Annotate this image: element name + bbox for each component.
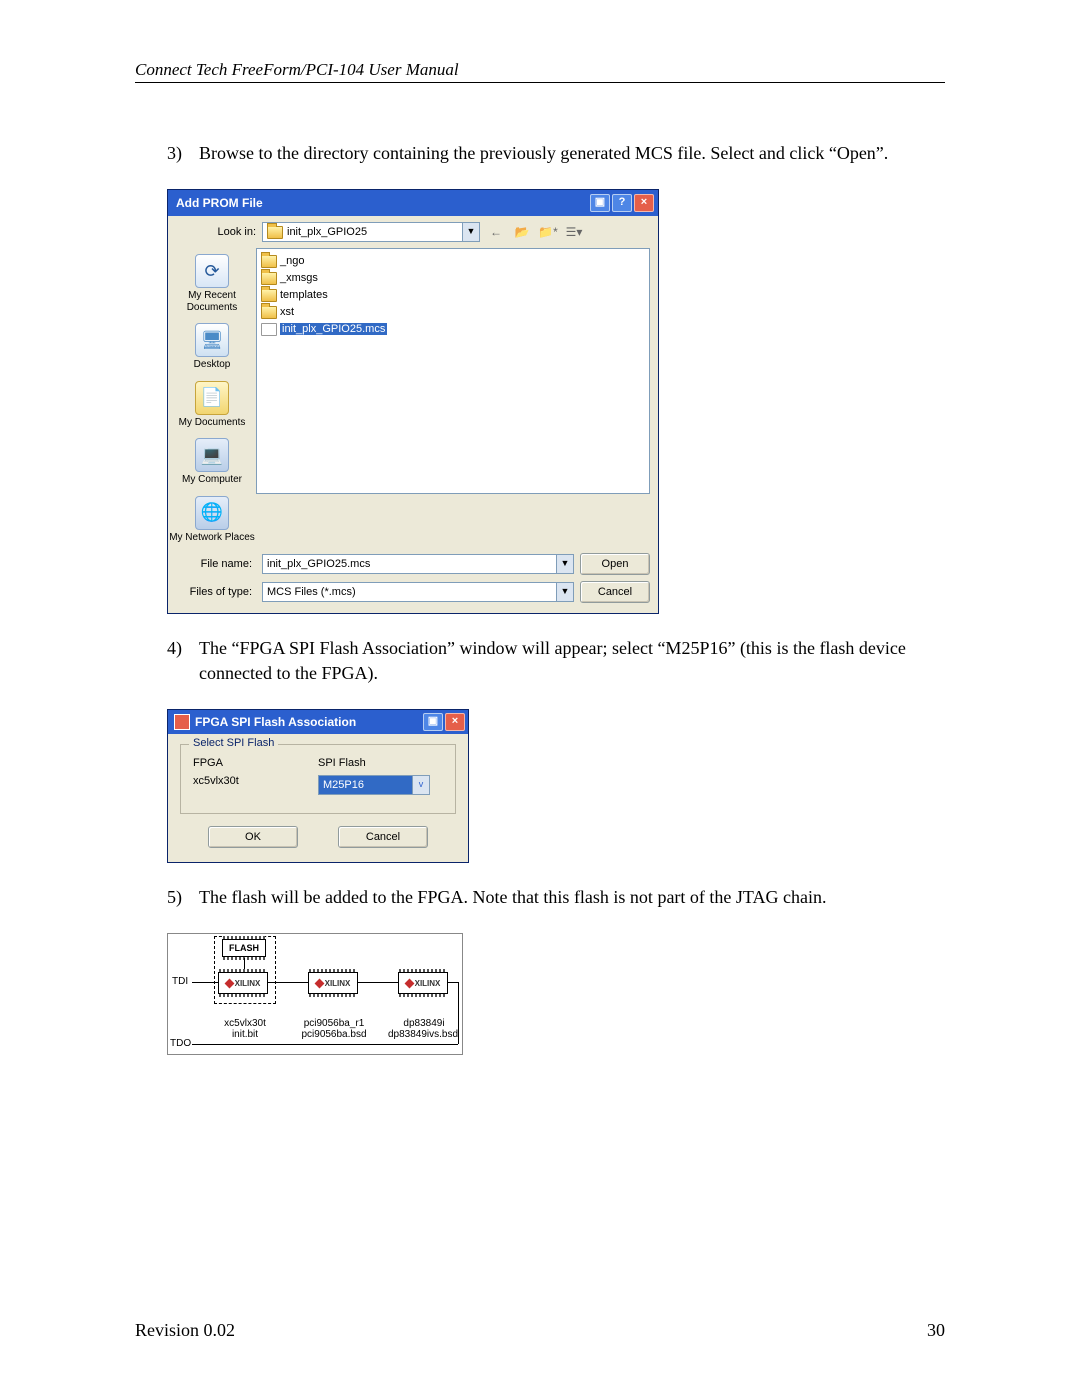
place-mycomp[interactable]: 💻 My Computer — [182, 438, 242, 486]
chip3-file: dp83849ivs.bsd — [383, 1029, 463, 1040]
list-item-selected[interactable]: init_plx_GPIO25.mcs — [261, 321, 645, 337]
mycomp-icon: 💻 — [195, 438, 229, 472]
step-3: 3) Browse to the directory containing th… — [167, 141, 945, 165]
folder-icon — [261, 306, 277, 319]
xilinx-logo-icon — [314, 978, 324, 988]
page-number: 30 — [927, 1320, 945, 1341]
list-item[interactable]: _ngo — [261, 253, 645, 269]
restore-icon[interactable]: ▣ — [590, 194, 610, 212]
step-text: Browse to the directory containing the p… — [199, 141, 945, 165]
step-text: The “FPGA SPI Flash Association” window … — [199, 636, 945, 685]
mydocs-icon: 📄 — [195, 381, 229, 415]
desktop-icon: 🖥 — [195, 323, 229, 357]
step-text: The flash will be added to the FPGA. Not… — [199, 885, 945, 909]
dialog-titlebar[interactable]: FPGA SPI Flash Association ▣ × — [168, 710, 468, 734]
ok-button[interactable]: OK — [208, 826, 298, 848]
file-icon — [261, 323, 277, 336]
places-sidebar: ⟳ My Recent Documents 🖥 Desktop 📄 My Doc… — [168, 248, 256, 547]
chip2-name: pci9056ba_r1 — [298, 1018, 370, 1029]
xilinx-chip-3: XILINX — [398, 972, 448, 994]
chevron-down-icon[interactable]: ▼ — [556, 583, 573, 601]
chevron-down-icon[interactable]: ▼ — [556, 555, 573, 573]
filetype-dropdown[interactable]: MCS Files (*.mcs) ▼ — [262, 582, 574, 602]
page-header: Connect Tech FreeForm/PCI-104 User Manua… — [135, 60, 945, 83]
step-5: 5) The flash will be added to the FPGA. … — [167, 885, 945, 909]
spi-header: SPI Flash — [318, 757, 443, 769]
place-mynet[interactable]: 🌐 My Network Places — [169, 496, 255, 544]
step-number: 5) — [167, 885, 199, 909]
dialog-title: FPGA SPI Flash Association — [195, 715, 421, 729]
folder-icon — [261, 289, 277, 302]
chip1-file: init.bit — [218, 1029, 272, 1040]
app-icon — [174, 714, 190, 730]
chevron-down-icon[interactable]: ▼ — [462, 223, 479, 241]
tdi-label: TDI — [172, 976, 188, 987]
filename-input[interactable]: init_plx_GPIO25.mcs ▼ — [262, 554, 574, 574]
folder-icon — [267, 226, 283, 239]
help-icon[interactable]: ? — [612, 194, 632, 212]
place-desktop[interactable]: 🖥 Desktop — [194, 323, 231, 371]
list-item[interactable]: xst — [261, 304, 645, 320]
place-mydocs[interactable]: 📄 My Documents — [179, 381, 246, 429]
chip1-name: xc5vlx30t — [218, 1018, 272, 1029]
dialog-title: Add PROM File — [176, 196, 588, 210]
folder-icon — [261, 255, 277, 268]
cancel-button[interactable]: Cancel — [580, 581, 650, 603]
folder-icon — [261, 272, 277, 285]
place-recent[interactable]: ⟳ My Recent Documents — [168, 254, 256, 313]
xilinx-logo-icon — [404, 978, 414, 988]
flash-chip: FLASH — [222, 939, 266, 957]
up-folder-icon[interactable]: 📂 — [512, 222, 532, 242]
chip3-name: dp83849i — [393, 1018, 455, 1029]
filename-label: File name: — [168, 558, 256, 570]
file-list[interactable]: _ngo _xmsgs templates xst init_plx_GPIO2… — [256, 248, 650, 494]
dialog-titlebar[interactable]: Add PROM File ▣ ? × — [168, 190, 658, 216]
revision-label: Revision 0.02 — [135, 1320, 235, 1341]
xilinx-chip-1: XILINX — [218, 972, 268, 994]
lookin-dropdown[interactable]: init_plx_GPIO25 ▼ — [262, 222, 480, 242]
step-4: 4) The “FPGA SPI Flash Association” wind… — [167, 636, 945, 685]
spi-selected-value: M25P16 — [319, 776, 412, 794]
cancel-button[interactable]: Cancel — [338, 826, 428, 848]
fpga-value: xc5vlx30t — [193, 775, 318, 787]
group-legend: Select SPI Flash — [189, 737, 278, 749]
xilinx-logo-icon — [224, 978, 234, 988]
select-spi-flash-group: Select SPI Flash FPGA xc5vlx30t SPI Flas… — [180, 744, 456, 814]
step-number: 3) — [167, 141, 199, 165]
filetype-label: Files of type: — [168, 586, 256, 598]
step-number: 4) — [167, 636, 199, 685]
open-button[interactable]: Open — [580, 553, 650, 575]
lookin-value: init_plx_GPIO25 — [287, 226, 367, 238]
list-item[interactable]: _xmsgs — [261, 270, 645, 286]
tdo-label: TDO — [170, 1038, 191, 1049]
close-icon[interactable]: × — [445, 713, 465, 731]
jtag-chain-diagram: FLASH TDI TDO XILINX XILINX XILINX xc5vl… — [167, 933, 463, 1055]
view-menu-icon[interactable]: ☰▾ — [564, 222, 584, 242]
spi-flash-dropdown[interactable]: M25P16 v — [318, 775, 430, 795]
close-icon[interactable]: × — [634, 194, 654, 212]
fpga-spi-dialog: FPGA SPI Flash Association ▣ × Select SP… — [167, 709, 469, 863]
fpga-header: FPGA — [193, 757, 318, 769]
back-icon[interactable]: ← — [486, 222, 506, 242]
chip2-file: pci9056ba.bsd — [293, 1029, 375, 1040]
lookin-label: Look in: — [168, 226, 262, 238]
xilinx-chip-2: XILINX — [308, 972, 358, 994]
mynet-icon: 🌐 — [195, 496, 229, 530]
add-prom-file-dialog: Add PROM File ▣ ? × Look in: init_plx_GP… — [167, 189, 659, 614]
list-item[interactable]: templates — [261, 287, 645, 303]
new-folder-icon[interactable]: 📁* — [538, 222, 558, 242]
chevron-down-icon[interactable]: v — [412, 776, 429, 794]
restore-icon[interactable]: ▣ — [423, 713, 443, 731]
recent-docs-icon: ⟳ — [195, 254, 229, 288]
